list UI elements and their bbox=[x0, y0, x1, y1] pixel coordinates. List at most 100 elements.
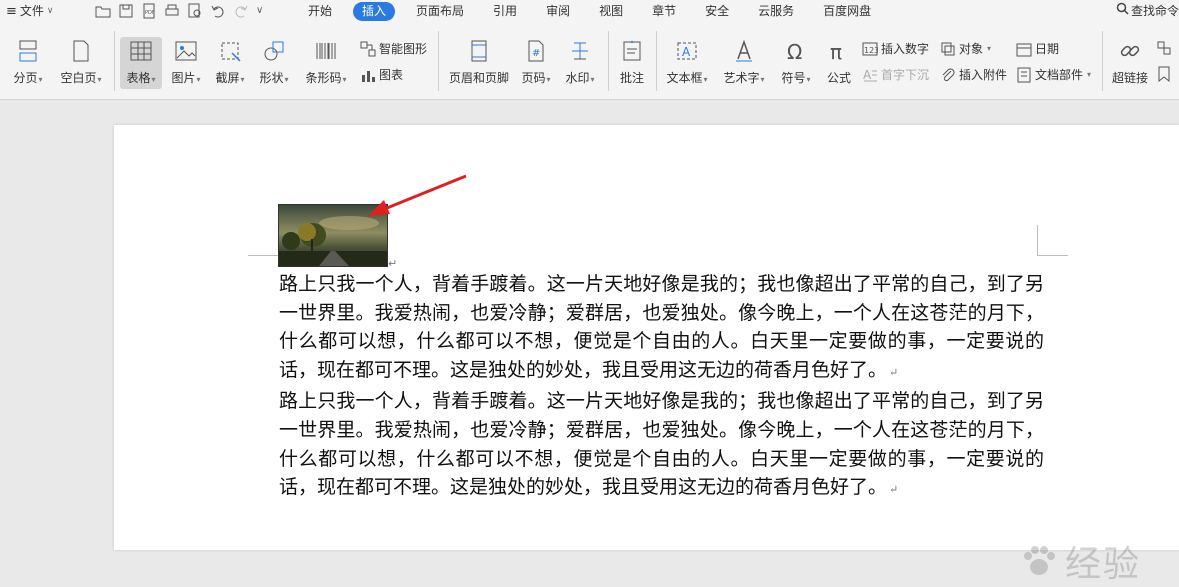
file-menu[interactable]: ≡ 文件 ∨ bbox=[6, 0, 54, 23]
text-box-button[interactable]: A 文本框▾ bbox=[664, 39, 710, 86]
pdf-icon[interactable]: PDF bbox=[141, 3, 157, 19]
watermark-button[interactable]: 水印▾ bbox=[562, 39, 598, 86]
tab-section[interactable]: 章节 bbox=[644, 0, 684, 23]
crossref-button[interactable] bbox=[1156, 40, 1172, 56]
tab-review[interactable]: 审阅 bbox=[538, 0, 578, 23]
barcode-button[interactable]: 条形码▾ bbox=[302, 39, 350, 86]
divider bbox=[608, 31, 609, 91]
text-box-icon: A bbox=[677, 42, 697, 60]
redo-icon[interactable] bbox=[233, 3, 249, 19]
save-icon[interactable] bbox=[118, 3, 134, 19]
body-paragraph-2: 路上只我一个人，背着手踱着。这一片天地好像是我的；我也像超出了平常的自己，到了另… bbox=[279, 387, 1044, 504]
undo-icon[interactable] bbox=[210, 3, 226, 19]
tab-security[interactable]: 安全 bbox=[697, 0, 737, 23]
page-number-button[interactable]: # 页码▾ bbox=[518, 39, 554, 86]
menu-bar: ≡ 文件 ∨ PDF ∨ 开始 插入 页面布局 引用 审阅 视图 章节 安全 云… bbox=[0, 0, 1179, 23]
date-button[interactable]: 日期 bbox=[1016, 40, 1059, 57]
bookmark-button[interactable] bbox=[1156, 66, 1172, 82]
insert-attachment-button[interactable]: 插入附件 bbox=[940, 66, 1007, 83]
paragraph-text: 路上只我一个人，背着手踱着。这一片天地好像是我的；我也像超出了平常的自己，到了另… bbox=[279, 273, 1044, 381]
object-label: 对象 bbox=[959, 42, 984, 56]
tab-baidu-netdisk[interactable]: 百度网盘 bbox=[815, 0, 879, 23]
chart-button[interactable]: 图表 bbox=[360, 66, 403, 83]
comment-label: 批注 bbox=[619, 71, 644, 85]
customize-chevron-icon[interactable]: ∨ bbox=[256, 3, 272, 19]
hyperlink-button[interactable]: 超链接 bbox=[1110, 39, 1150, 86]
divider bbox=[114, 31, 115, 91]
header-footer-label: 页眉和页脚 bbox=[448, 71, 509, 85]
blank-page-label: 空白页 bbox=[60, 71, 97, 85]
tab-insert[interactable]: 插入 bbox=[353, 2, 396, 21]
watermark-text: 经验 bbox=[1065, 544, 1142, 585]
comment-button[interactable]: 批注 bbox=[616, 39, 648, 86]
svg-text:PDF: PDF bbox=[145, 10, 155, 16]
table-icon bbox=[130, 41, 152, 61]
shape-label: 形状 bbox=[259, 71, 284, 85]
blank-page-button[interactable]: 空白页▾ bbox=[56, 39, 106, 86]
calendar-icon bbox=[1016, 43, 1032, 56]
crossref-icon bbox=[1157, 41, 1171, 55]
doc-parts-button[interactable]: 文档部件 ▾ bbox=[1016, 66, 1091, 83]
drop-cap-button[interactable]: A 首字下沉 bbox=[862, 66, 929, 83]
omega-icon: Ω bbox=[787, 40, 802, 63]
table-label: 表格 bbox=[126, 71, 151, 85]
smart-shape-icon bbox=[360, 41, 376, 56]
tab-home[interactable]: 开始 bbox=[300, 0, 340, 23]
formula-label: 公式 bbox=[826, 71, 851, 85]
paw-logo-icon bbox=[1024, 546, 1055, 575]
tab-references[interactable]: 引用 bbox=[485, 0, 525, 23]
smart-shape-label: 智能图形 bbox=[379, 42, 428, 56]
page-break-button[interactable]: 分页▾ bbox=[10, 39, 46, 86]
bookmark-icon bbox=[1158, 66, 1170, 82]
page-break-icon bbox=[19, 40, 37, 62]
screenshot-button[interactable]: 截屏▾ bbox=[212, 39, 248, 86]
search-icon bbox=[1116, 0, 1129, 23]
drop-cap-label: 首字下沉 bbox=[881, 68, 930, 82]
header-footer-button[interactable]: 页眉和页脚 bbox=[446, 39, 512, 86]
page-number-label: 页码 bbox=[521, 71, 546, 85]
page-number-icon: # bbox=[528, 40, 544, 62]
art-text-label: 艺术字 bbox=[723, 71, 760, 85]
table-button[interactable]: 表格▾ bbox=[120, 37, 162, 89]
document-body[interactable]: 路上只我一个人，背着手踱着。这一片天地好像是我的；我也像超出了平常的自己，到了另… bbox=[279, 270, 1044, 505]
document-page[interactable]: ↵ 路上只我一个人，背着手踱着。这一片天地好像是我的；我也像超出了平常的自己，到… bbox=[114, 125, 1179, 585]
symbol-label: 符号 bbox=[781, 71, 806, 85]
object-button[interactable]: 对象 ▾ bbox=[940, 40, 991, 57]
link-icon bbox=[1120, 45, 1140, 57]
symbol-button[interactable]: Ω 符号▾ bbox=[778, 39, 814, 86]
insert-number-button[interactable]: 123 插入数字 bbox=[862, 40, 929, 57]
hamburger-icon: ≡ bbox=[6, 4, 17, 19]
site-watermark: 经验 bbox=[1019, 535, 1141, 587]
print-icon[interactable] bbox=[164, 3, 180, 19]
barcode-icon bbox=[316, 43, 336, 59]
divider bbox=[656, 31, 657, 91]
red-arrow-annotation bbox=[368, 174, 467, 216]
search-command-label: 查找命令 bbox=[1130, 4, 1179, 18]
hyperlink-label: 超链接 bbox=[1111, 71, 1148, 85]
tab-cloud-service[interactable]: 云服务 bbox=[750, 0, 802, 23]
print-preview-icon[interactable] bbox=[187, 3, 203, 19]
shape-button[interactable]: 形状▾ bbox=[256, 39, 292, 86]
formula-button[interactable]: π 公式 bbox=[822, 39, 856, 86]
header-footer-icon bbox=[471, 40, 487, 62]
svg-text:A: A bbox=[682, 45, 691, 59]
file-menu-label: 文件 bbox=[19, 4, 44, 18]
doc-parts-icon bbox=[1017, 67, 1031, 82]
watermark-label: 水印 bbox=[565, 71, 590, 85]
shape-icon bbox=[264, 41, 284, 61]
ribbon-tabs: 开始 插入 页面布局 引用 审阅 视图 章节 安全 云服务 百度网盘 bbox=[300, 0, 892, 23]
pi-icon: π bbox=[830, 40, 842, 63]
insert-number-label: 插入数字 bbox=[881, 42, 930, 56]
picture-button[interactable]: 图片▾ bbox=[168, 39, 204, 86]
margin-corner-top-right bbox=[1037, 225, 1068, 256]
paragraph-mark: ↵ bbox=[388, 257, 398, 270]
smart-shape-button[interactable]: 智能图形 bbox=[360, 40, 427, 57]
tab-view[interactable]: 视图 bbox=[591, 0, 631, 23]
paperclip-icon bbox=[942, 67, 955, 81]
search-command[interactable]: 查找命令 bbox=[1116, 0, 1179, 23]
art-text-button[interactable]: 艺术字▾ bbox=[720, 39, 768, 86]
tab-page-layout[interactable]: 页面布局 bbox=[408, 0, 472, 23]
watermark-icon bbox=[572, 42, 588, 60]
open-folder-icon[interactable] bbox=[95, 3, 111, 19]
svg-text:Ω: Ω bbox=[787, 40, 802, 63]
